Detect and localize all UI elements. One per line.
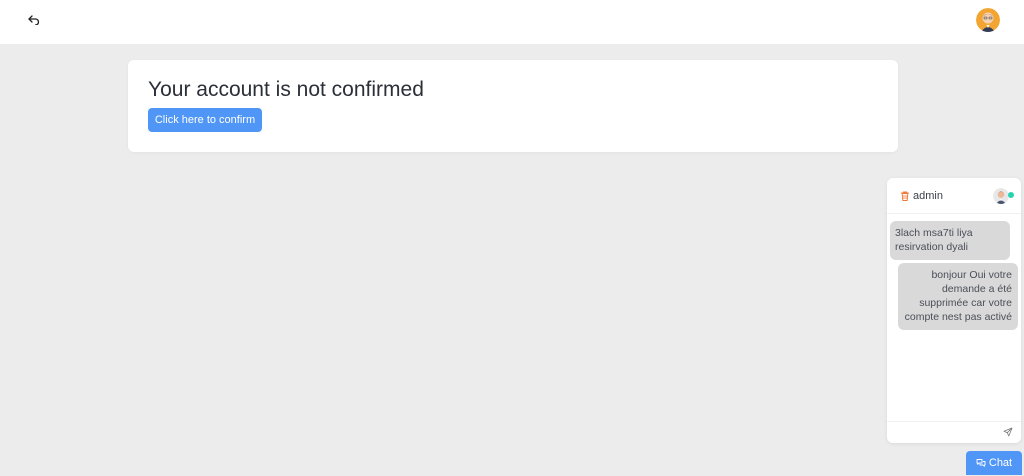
chat-toggle-button[interactable]: Chat xyxy=(966,451,1022,475)
trash-icon[interactable] xyxy=(899,190,911,202)
chat-toggle-label: Chat xyxy=(988,457,1013,469)
message-incoming: 3lach msa7ti liya resirvation dyali xyxy=(890,221,1010,260)
confirm-account-button[interactable]: Click here to confirm xyxy=(148,108,262,132)
send-icon[interactable] xyxy=(1003,427,1013,437)
online-status-dot xyxy=(1008,192,1014,198)
admin-avatar xyxy=(993,188,1009,204)
message-input[interactable] xyxy=(887,421,1021,443)
page-title: Your account is not confirmed xyxy=(148,78,424,101)
undo-arrow-icon xyxy=(28,15,40,25)
back-button[interactable] xyxy=(24,10,44,30)
user-avatar-icon xyxy=(976,8,1000,32)
chat-bubbles-icon xyxy=(976,459,986,467)
confirmation-card: Your account is not confirmed Click here… xyxy=(128,60,898,152)
chat-panel: admin 3lach msa7ti liya resirvation dyal… xyxy=(887,178,1021,443)
admin-avatar-icon xyxy=(993,188,1009,204)
chat-contact-name: admin xyxy=(913,190,943,202)
user-avatar[interactable] xyxy=(976,8,1000,32)
top-navbar xyxy=(0,0,1024,44)
message-outgoing: bonjour Oui votre demande a été supprimé… xyxy=(898,263,1018,330)
chat-header: admin xyxy=(887,178,1021,214)
